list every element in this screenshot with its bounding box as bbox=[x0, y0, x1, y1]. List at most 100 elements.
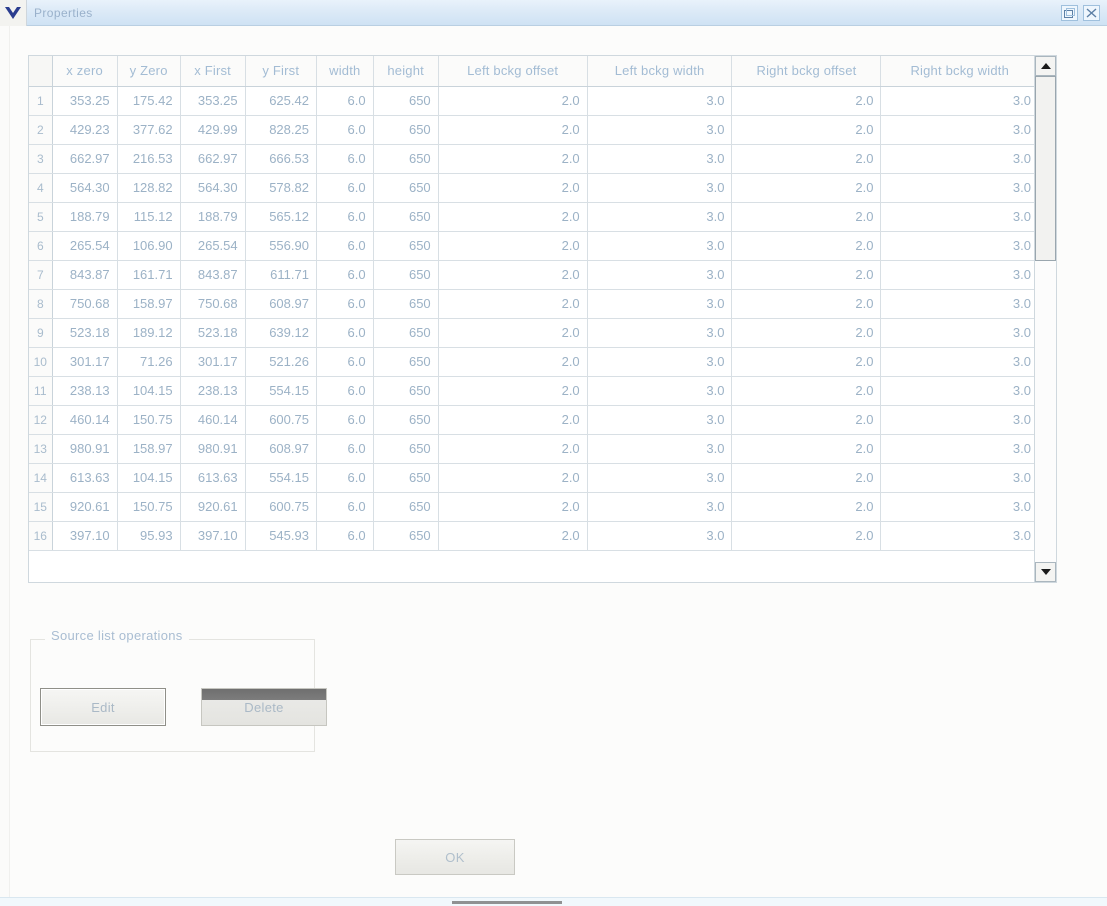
table-cell[interactable]: 650 bbox=[373, 260, 439, 290]
column-header-y-zero[interactable]: y Zero bbox=[117, 56, 181, 87]
column-header-width[interactable]: width bbox=[316, 56, 374, 87]
table-cell[interactable]: 3.0 bbox=[880, 492, 1034, 522]
table-cell[interactable]: 2.0 bbox=[731, 202, 882, 232]
table-cell[interactable]: 650 bbox=[373, 492, 439, 522]
table-cell[interactable]: 2.0 bbox=[438, 86, 588, 116]
table-cell[interactable]: 2.0 bbox=[731, 463, 882, 493]
row-number-cell[interactable]: 3 bbox=[29, 144, 53, 174]
table-cell[interactable]: 189.12 bbox=[117, 318, 181, 348]
table-cell[interactable]: 650 bbox=[373, 318, 439, 348]
table-cell[interactable]: 6.0 bbox=[316, 492, 374, 522]
column-header-height[interactable]: height bbox=[373, 56, 439, 87]
resize-grip[interactable] bbox=[452, 901, 562, 904]
table-cell[interactable]: 2.0 bbox=[438, 376, 588, 406]
table-cell[interactable]: 650 bbox=[373, 521, 439, 551]
table-cell[interactable]: 2.0 bbox=[731, 173, 882, 203]
table-row[interactable]: 4 564.30 128.82 564.30 578.82 6.0 650 2.0 3.0 2.0… bbox=[29, 173, 1034, 203]
table-cell[interactable]: 265.54 bbox=[52, 231, 118, 261]
table-cell[interactable]: 175.42 bbox=[117, 86, 181, 116]
table-cell[interactable]: 2.0 bbox=[731, 260, 882, 290]
table-cell[interactable]: 2.0 bbox=[438, 144, 588, 174]
table-viewport[interactable]: x zero y Zero x First y First width heig… bbox=[29, 56, 1034, 582]
table-cell[interactable]: 2.0 bbox=[731, 231, 882, 261]
table-cell[interactable]: 3.0 bbox=[587, 405, 733, 435]
table-cell[interactable]: 301.17 bbox=[52, 347, 118, 377]
table-cell[interactable]: 3.0 bbox=[587, 260, 733, 290]
table-cell[interactable]: 106.90 bbox=[117, 231, 181, 261]
table-cell[interactable]: 2.0 bbox=[438, 434, 588, 464]
table-cell[interactable]: 3.0 bbox=[587, 231, 733, 261]
row-number-cell[interactable]: 9 bbox=[29, 318, 53, 348]
table-row[interactable]: 8 750.68 158.97 750.68 608.97 6.0 650 2.0 3.0 2.0… bbox=[29, 289, 1034, 319]
column-header-x-zero[interactable]: x zero bbox=[52, 56, 118, 87]
table-cell[interactable]: 2.0 bbox=[731, 318, 882, 348]
table-cell[interactable]: 3.0 bbox=[880, 434, 1034, 464]
table-cell[interactable]: 2.0 bbox=[731, 492, 882, 522]
table-cell[interactable]: 639.12 bbox=[245, 318, 317, 348]
table-cell[interactable]: 161.71 bbox=[117, 260, 181, 290]
table-cell[interactable]: 3.0 bbox=[587, 347, 733, 377]
table-cell[interactable]: 397.10 bbox=[180, 521, 246, 551]
table-cell[interactable]: 6.0 bbox=[316, 521, 374, 551]
table-cell[interactable]: 158.97 bbox=[117, 434, 181, 464]
table-cell[interactable]: 2.0 bbox=[438, 521, 588, 551]
table-row[interactable]: 2 429.23 377.62 429.99 828.25 6.0 650 2.0 3.0 2.0… bbox=[29, 115, 1034, 145]
scrollbar-thumb[interactable] bbox=[1035, 76, 1056, 261]
table-cell[interactable]: 545.93 bbox=[245, 521, 317, 551]
table-cell[interactable]: 104.15 bbox=[117, 463, 181, 493]
table-cell[interactable]: 843.87 bbox=[52, 260, 118, 290]
table-cell[interactable]: 625.42 bbox=[245, 86, 317, 116]
table-cell[interactable]: 521.26 bbox=[245, 347, 317, 377]
table-cell[interactable]: 2.0 bbox=[731, 376, 882, 406]
table-cell[interactable]: 650 bbox=[373, 231, 439, 261]
table-row[interactable]: 10 301.17 71.26 301.17 521.26 6.0 650 2.0 3.0 2.0… bbox=[29, 347, 1034, 377]
table-corner-header[interactable] bbox=[29, 56, 53, 87]
table-cell[interactable]: 6.0 bbox=[316, 202, 374, 232]
row-number-cell[interactable]: 6 bbox=[29, 231, 53, 261]
table-cell[interactable]: 3.0 bbox=[880, 115, 1034, 145]
table-cell[interactable]: 3.0 bbox=[587, 318, 733, 348]
table-cell[interactable]: 3.0 bbox=[880, 202, 1034, 232]
scrollbar-track[interactable] bbox=[1035, 76, 1056, 562]
table-vertical-scrollbar[interactable] bbox=[1034, 56, 1056, 582]
table-cell[interactable]: 71.26 bbox=[117, 347, 181, 377]
table-cell[interactable]: 578.82 bbox=[245, 173, 317, 203]
row-number-cell[interactable]: 15 bbox=[29, 492, 53, 522]
table-cell[interactable]: 2.0 bbox=[438, 289, 588, 319]
table-cell[interactable]: 613.63 bbox=[180, 463, 246, 493]
table-cell[interactable]: 523.18 bbox=[52, 318, 118, 348]
table-cell[interactable]: 353.25 bbox=[180, 86, 246, 116]
table-cell[interactable]: 980.91 bbox=[52, 434, 118, 464]
table-cell[interactable]: 2.0 bbox=[731, 289, 882, 319]
row-number-cell[interactable]: 2 bbox=[29, 115, 53, 145]
table-cell[interactable]: 3.0 bbox=[880, 144, 1034, 174]
table-cell[interactable]: 3.0 bbox=[587, 144, 733, 174]
table-row[interactable]: 12 460.14 150.75 460.14 600.75 6.0 650 2.0 3.0 2.… bbox=[29, 405, 1034, 435]
table-cell[interactable]: 150.75 bbox=[117, 405, 181, 435]
table-cell[interactable]: 613.63 bbox=[52, 463, 118, 493]
table-row[interactable]: 15 920.61 150.75 920.61 600.75 6.0 650 2.0 3.0 2.… bbox=[29, 492, 1034, 522]
table-cell[interactable]: 95.93 bbox=[117, 521, 181, 551]
table-row[interactable]: 5 188.79 115.12 188.79 565.12 6.0 650 2.0 3.0 2.0… bbox=[29, 202, 1034, 232]
column-header-left-bckg-offset[interactable]: Left bckg offset bbox=[438, 56, 588, 87]
table-cell[interactable]: 650 bbox=[373, 115, 439, 145]
row-number-cell[interactable]: 12 bbox=[29, 405, 53, 435]
row-number-cell[interactable]: 13 bbox=[29, 434, 53, 464]
table-row[interactable]: 7 843.87 161.71 843.87 611.71 6.0 650 2.0 3.0 2.0… bbox=[29, 260, 1034, 290]
table-cell[interactable]: 2.0 bbox=[731, 405, 882, 435]
table-cell[interactable]: 188.79 bbox=[180, 202, 246, 232]
table-cell[interactable]: 600.75 bbox=[245, 405, 317, 435]
column-header-right-bckg-width[interactable]: Right bckg width bbox=[880, 56, 1034, 87]
table-cell[interactable]: 460.14 bbox=[180, 405, 246, 435]
table-cell[interactable]: 6.0 bbox=[316, 115, 374, 145]
row-number-cell[interactable]: 16 bbox=[29, 521, 53, 551]
table-cell[interactable]: 554.15 bbox=[245, 463, 317, 493]
row-number-cell[interactable]: 7 bbox=[29, 260, 53, 290]
close-button[interactable] bbox=[1083, 4, 1100, 21]
table-cell[interactable]: 2.0 bbox=[438, 318, 588, 348]
scroll-up-icon[interactable] bbox=[1035, 56, 1056, 76]
table-cell[interactable]: 980.91 bbox=[180, 434, 246, 464]
table-cell[interactable]: 650 bbox=[373, 144, 439, 174]
table-cell[interactable]: 556.90 bbox=[245, 231, 317, 261]
table-cell[interactable]: 2.0 bbox=[438, 202, 588, 232]
